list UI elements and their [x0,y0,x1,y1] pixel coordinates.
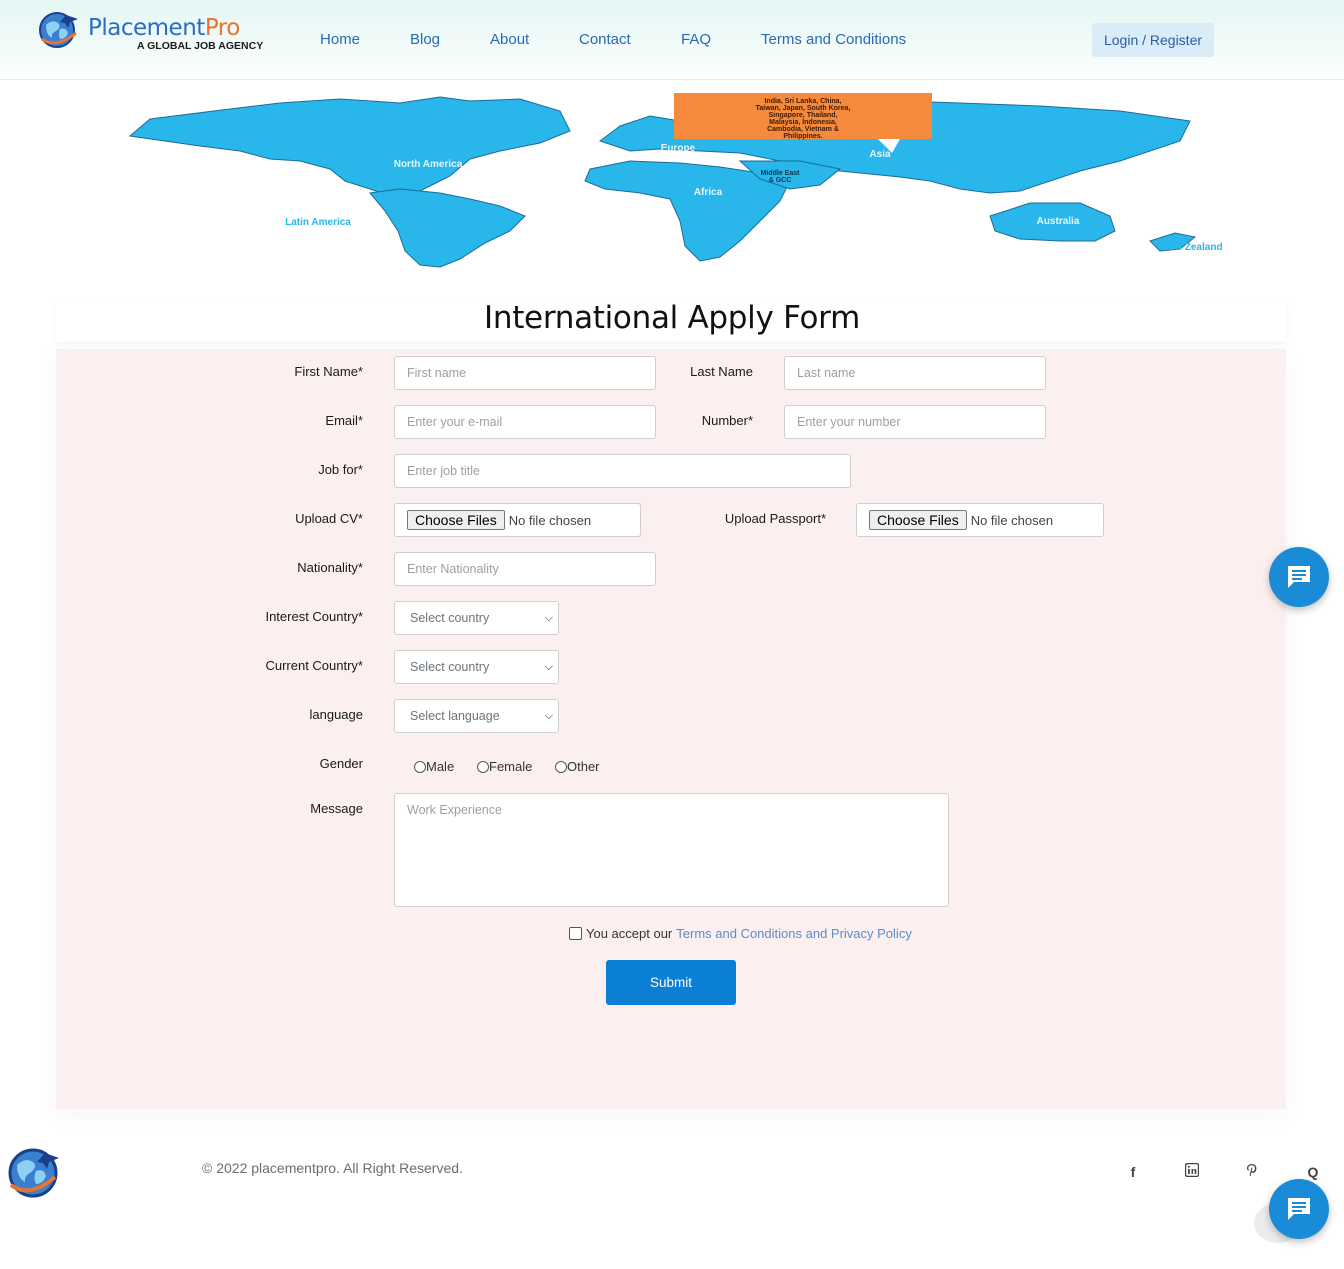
svg-text:Singapore, Thailand,: Singapore, Thailand, [769,112,838,119]
nav-home[interactable]: Home [320,31,360,48]
interest-country-select[interactable]: Select country ⌵ [394,601,559,635]
chat-button[interactable] [1269,547,1329,607]
language-label: language [309,707,364,722]
gender-female-radio[interactable]: Female [477,759,532,774]
last-name-input[interactable]: Last name [784,356,1046,390]
choose-cv-button[interactable]: Choose Files [407,510,505,530]
svg-text:Asia: Asia [869,149,891,160]
gender-other-label: Other [567,759,600,774]
gender-other-radio[interactable]: Other [555,759,600,774]
login-register-button[interactable]: Login / Register [1092,23,1214,57]
gender-label: Gender [319,756,363,771]
facebook-icon[interactable]: f [1124,1163,1142,1181]
quora-icon[interactable]: Q [1304,1163,1322,1181]
number-label: Number* [701,413,753,428]
upload-passport-field: Choose Files No file chosen [856,503,1104,537]
site-header: PlacementPro A GLOBAL JOB AGENCY Home Bl… [0,0,1344,80]
svg-text:Australia: Australia [1037,216,1080,227]
chevron-down-icon: ⌵ [544,612,553,624]
form-title: International Apply Form [484,300,860,336]
radio-icon [477,760,489,773]
language-select[interactable]: Select language ⌵ [394,699,559,733]
svg-text:Africa: Africa [694,187,723,198]
chat-button-bottom[interactable] [1269,1179,1329,1239]
first-name-input[interactable]: First name [394,356,656,390]
chat-icon [1288,1198,1310,1220]
email-input[interactable]: Enter your e-mail [394,405,656,439]
linkedin-icon[interactable] [1183,1162,1201,1181]
svg-text:& GCC: & GCC [769,177,792,184]
chat-icon [1288,566,1310,588]
message-textarea[interactable]: Work Experience [394,793,949,907]
nav-terms[interactable]: Terms and Conditions [761,31,906,48]
terms-accept: You accept our Terms and Conditions and … [569,926,912,941]
gender-female-label: Female [489,759,533,774]
chevron-down-icon: ⌵ [544,710,553,722]
svg-text:Taiwan, Japan, South Korea,: Taiwan, Japan, South Korea, [756,105,851,112]
upload-cv-field: Choose Files No file chosen [394,503,641,537]
choose-passport-button[interactable]: Choose Files [869,510,967,530]
terms-link[interactable]: Terms and Conditions and Privacy Policy [676,926,912,941]
last-name-label: Last Name [690,364,753,379]
svg-text:Cambodia, Vietnam &: Cambodia, Vietnam & [767,126,839,133]
brand-name: PlacementPro [88,15,240,41]
svg-text:Malaysia, Indonesia,: Malaysia, Indonesia, [769,119,837,126]
upload-passport-label: Upload Passport* [724,511,826,526]
world-map-banner: India, Sri Lanka, China, Taiwan, Japan, … [128,93,1223,268]
current-country-value: Select country [410,660,490,674]
message-label: Message [310,801,363,816]
nav-blog[interactable]: Blog [410,31,440,48]
interest-country-value: Select country [410,611,490,625]
globe-plane-icon [39,12,78,48]
nav-faq[interactable]: FAQ [681,31,711,48]
number-input[interactable]: Enter your number [784,405,1046,439]
copyright-text: © 2022 placementpro. All Right Reserved. [202,1160,463,1176]
nav-about[interactable]: About [490,31,529,48]
job-title-input[interactable]: Enter job title [394,454,851,488]
radio-icon [414,760,426,773]
svg-text:India, Sri Lanka, China,: India, Sri Lanka, China, [764,98,841,105]
current-country-select[interactable]: Select country ⌵ [394,650,559,684]
chevron-down-icon: ⌵ [544,661,553,673]
gender-male-label: Male [426,759,455,774]
svg-text:Middle East: Middle East [761,170,801,177]
svg-text:Europe: Europe [661,143,696,154]
pinterest-icon[interactable] [1243,1163,1261,1181]
upload-cv-label: Upload CV* [295,511,363,526]
brand-logo[interactable]: PlacementPro A GLOBAL JOB AGENCY [36,9,276,55]
language-value: Select language [410,709,500,723]
svg-text:New Zealand: New Zealand [1161,242,1222,253]
page: PlacementPro A GLOBAL JOB AGENCY Home Bl… [0,0,1344,1269]
nationality-input[interactable]: Enter Nationality [394,552,656,586]
svg-text:Latin America: Latin America [285,217,351,228]
nav-contact[interactable]: Contact [579,31,631,48]
footer-logo[interactable] [5,1145,63,1199]
first-name-label: First Name* [294,364,363,379]
terms-checkbox[interactable] [569,927,582,940]
job-for-label: Job for* [318,462,363,477]
email-label: Email* [325,413,363,428]
accept-text: You accept our [586,926,673,941]
nationality-label: Nationality* [297,560,363,575]
brand-tagline: A GLOBAL JOB AGENCY [137,40,264,52]
cv-file-status: No file chosen [508,512,592,528]
interest-country-label: Interest Country* [265,609,363,624]
submit-button[interactable]: Submit [606,960,736,1005]
current-country-label: Current Country* [265,658,363,673]
gender-male-radio[interactable]: Male [414,759,454,774]
passport-file-status: No file chosen [970,512,1054,528]
radio-icon [555,760,567,773]
svg-text:Philippines.: Philippines. [783,133,822,140]
svg-text:North America: North America [394,159,463,170]
